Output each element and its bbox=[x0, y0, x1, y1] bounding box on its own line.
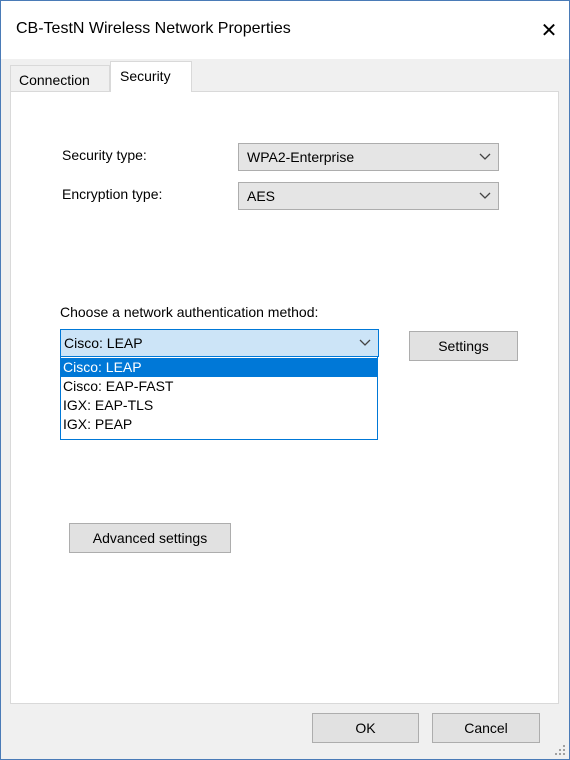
ok-button[interactable]: OK bbox=[312, 713, 419, 743]
security-type-value: WPA2-Enterprise bbox=[247, 149, 355, 165]
tab-connection[interactable]: Connection bbox=[10, 65, 110, 91]
tab-security[interactable]: Security bbox=[110, 61, 192, 92]
chevron-down-icon bbox=[479, 153, 491, 160]
encryption-type-value: AES bbox=[247, 188, 276, 204]
auth-method-value: Cisco: LEAP bbox=[64, 335, 143, 351]
auth-method-select[interactable]: Cisco: LEAP bbox=[60, 329, 379, 357]
advanced-settings-button[interactable]: Advanced settings bbox=[69, 523, 231, 553]
settings-button[interactable]: Settings bbox=[409, 331, 518, 361]
window-title: CB-TestN Wireless Network Properties bbox=[16, 20, 291, 37]
tab-connection-label: Connection bbox=[19, 72, 90, 88]
security-type-select[interactable]: WPA2-Enterprise bbox=[238, 143, 499, 171]
properties-window: CB-TestN Wireless Network Properties ✕ C… bbox=[0, 0, 570, 760]
dropdown-option-cisco-eap-fast[interactable]: Cisco: EAP-FAST bbox=[61, 377, 377, 396]
title-bar: CB-TestN Wireless Network Properties ✕ bbox=[1, 1, 569, 59]
encryption-type-select[interactable]: AES bbox=[238, 182, 499, 210]
resize-grip-icon[interactable] bbox=[554, 744, 566, 756]
dropdown-option-igx-eap-tls[interactable]: IGX: EAP-TLS bbox=[61, 396, 377, 415]
auth-method-dropdown-list: Cisco: LEAP Cisco: EAP-FAST IGX: EAP-TLS… bbox=[60, 356, 378, 440]
dropdown-option-igx-peap[interactable]: IGX: PEAP bbox=[61, 415, 377, 434]
chevron-down-icon bbox=[359, 339, 371, 346]
encryption-type-label: Encryption type: bbox=[62, 186, 163, 202]
chevron-down-icon bbox=[479, 192, 491, 199]
cancel-button[interactable]: Cancel bbox=[432, 713, 540, 743]
dropdown-option-cisco-leap[interactable]: Cisco: LEAP bbox=[61, 358, 377, 377]
tab-security-label: Security bbox=[120, 68, 171, 84]
auth-method-label: Choose a network authentication method: bbox=[60, 304, 319, 320]
security-type-label: Security type: bbox=[62, 147, 147, 163]
close-icon[interactable]: ✕ bbox=[529, 15, 569, 47]
